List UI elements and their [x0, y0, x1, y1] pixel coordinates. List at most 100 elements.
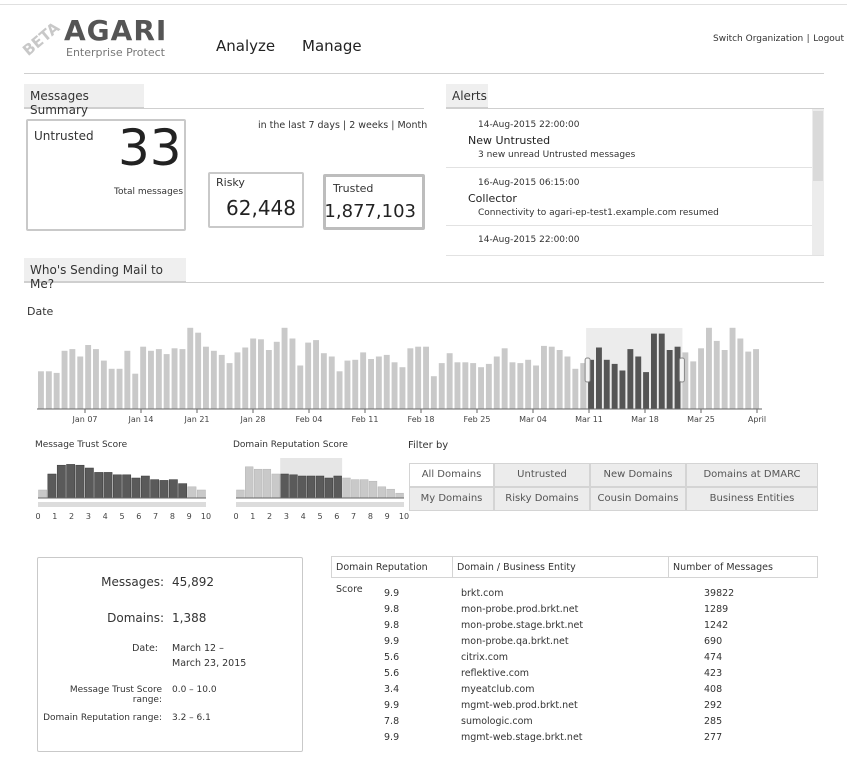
- date-bar: [517, 363, 524, 409]
- filter-business-entities[interactable]: Business Entities: [686, 487, 818, 511]
- score-bar: [75, 464, 85, 499]
- date-bar: [556, 350, 563, 409]
- table-row[interactable]: 9.8 mon-probe.prod.brkt.net 1289: [331, 602, 818, 618]
- score-range-slider[interactable]: [38, 502, 206, 507]
- trusted-card[interactable]: Trusted 1,877,103: [323, 174, 425, 230]
- score-tick-label: 6: [334, 512, 339, 521]
- date-bar: [721, 350, 728, 409]
- risky-card[interactable]: Risky 62,448: [208, 172, 304, 228]
- alert-item[interactable]: 14-Aug-2015 22:00:00 New Untrusted 3 new…: [446, 109, 824, 168]
- date-bar: [336, 371, 343, 409]
- table-row[interactable]: 7.8 sumologic.com 285: [331, 714, 818, 730]
- date-bar: [438, 363, 445, 409]
- table-row[interactable]: 3.4 myeatclub.com 408: [331, 682, 818, 698]
- filter-untrusted-domains[interactable]: Untrusted Domains: [494, 463, 590, 502]
- score-bar: [103, 472, 113, 499]
- score-bar: [324, 477, 333, 499]
- cell-messages: 277: [704, 732, 723, 743]
- alert-date: 14-Aug-2015 22:00:00: [478, 235, 580, 245]
- table-row[interactable]: 5.6 citrix.com 474: [331, 650, 818, 666]
- date-bar: [627, 349, 634, 409]
- alerts-label: Alerts: [452, 89, 487, 103]
- score-bar: [47, 473, 57, 499]
- cell-messages: 1289: [704, 604, 729, 615]
- score-tick-label: 10: [201, 512, 211, 521]
- score-bar: [56, 464, 66, 499]
- date-bar: [446, 353, 453, 409]
- alerts-scrollbar[interactable]: [812, 109, 824, 255]
- domain-range-label: Domain Reputation range:: [43, 713, 162, 723]
- date-chart[interactable]: Jan 07 Jan 14 Jan 21 Jan 28 Feb 04 Feb 11 Feb …: [0, 320, 847, 428]
- nav-analyze[interactable]: Analyze: [216, 37, 275, 55]
- table-row[interactable]: 9.8 mon-probe.stage.brkt.net 1242: [331, 618, 818, 634]
- logout-link[interactable]: Logout: [813, 34, 844, 44]
- domain-range-value: 3.2 – 6.1: [172, 713, 211, 723]
- date-bar: [195, 332, 202, 409]
- score-bar: [289, 474, 298, 499]
- cell-score: 9.8: [384, 604, 400, 615]
- score-range-slider[interactable]: [236, 502, 404, 507]
- filter-new-domains[interactable]: New Domains: [590, 463, 686, 487]
- nav-manage[interactable]: Manage: [302, 37, 362, 55]
- filter-my-domains[interactable]: My Domains: [409, 487, 494, 511]
- untrusted-card[interactable]: Untrusted 33 Total messages: [26, 119, 186, 231]
- cell-messages: 423: [704, 668, 723, 679]
- date-bar: [368, 359, 374, 409]
- date-bar: [658, 333, 665, 409]
- date-bar: [462, 362, 469, 409]
- trusted-label: Trusted: [333, 182, 374, 195]
- column-header-score[interactable]: Domain Reputation Score: [331, 556, 453, 595]
- range-2-weeks[interactable]: 2 weeks: [349, 120, 388, 131]
- score-tick-label: 9: [385, 512, 390, 521]
- date-tick-label: Mar 04: [519, 415, 547, 424]
- table-row[interactable]: 9.9 brkt.com 39822: [331, 586, 818, 602]
- alert-item[interactable]: 16-Aug-2015 06:15:00 Collector Connectiv…: [446, 167, 824, 226]
- score-tick-label: 8: [368, 512, 373, 521]
- table-row[interactable]: 5.6 reflektive.com 423: [331, 666, 818, 682]
- range-month[interactable]: Month: [397, 120, 427, 131]
- table-row[interactable]: 9.9 mgmt-web.prod.brkt.net 292: [331, 698, 818, 714]
- logo: BETA AGARI Enterprise Protect: [19, 14, 174, 66]
- alerts-scrollbar-thumb[interactable]: [813, 111, 823, 181]
- column-header-messages[interactable]: Number of Messages: [668, 556, 818, 578]
- untrusted-label: Untrusted: [34, 129, 94, 143]
- score-tick-label: 9: [187, 512, 192, 521]
- score-bar: [298, 475, 307, 499]
- range-7-days[interactable]: in the last 7 days: [258, 120, 340, 131]
- switch-organization-link[interactable]: Switch Organization: [713, 34, 803, 44]
- score-bar: [131, 477, 141, 499]
- date-bar: [77, 356, 84, 409]
- cell-domain: brkt.com: [461, 588, 504, 599]
- top-border: [0, 4, 847, 5]
- filter-dmarc-reject[interactable]: Domains at DMARC Reject: [686, 463, 818, 502]
- date-tick-label: Jan 14: [127, 415, 153, 424]
- domain-reputation-chart[interactable]: 0 1 2 3 4 5 6 7 8 9 10: [228, 450, 423, 526]
- cell-domain: mon-probe.prod.brkt.net: [461, 604, 579, 615]
- date-bar: [572, 368, 579, 409]
- who-sending-title: Who's Sending Mail to Me?: [24, 258, 186, 291]
- date-bar: [250, 338, 257, 409]
- messages-stat-label: Messages:: [101, 575, 164, 589]
- date-range-handle[interactable]: [678, 357, 685, 383]
- date-bar: [85, 345, 92, 409]
- alert-item[interactable]: 14-Aug-2015 22:00:00: [446, 225, 824, 255]
- score-tick-label: 7: [351, 512, 356, 521]
- cell-score: 9.9: [384, 732, 400, 743]
- cell-score: 9.8: [384, 620, 400, 631]
- date-bar: [485, 363, 492, 409]
- table-row[interactable]: 9.9 mgmt-web.stage.brkt.net 277: [331, 730, 818, 746]
- score-bar: [315, 475, 325, 499]
- filter-all-domains[interactable]: All Domains: [409, 463, 494, 487]
- date-range-handle[interactable]: [584, 357, 591, 383]
- filter-risky-domains[interactable]: Risky Domains: [494, 487, 590, 511]
- table-row[interactable]: 9.9 mon-probe.qa.brkt.net 690: [331, 634, 818, 650]
- filter-cousin-domains[interactable]: Cousin Domains: [590, 487, 686, 511]
- date-bar: [171, 348, 178, 409]
- column-header-domain[interactable]: Domain / Business Entity: [452, 556, 669, 578]
- score-bar: [168, 479, 178, 499]
- trust-score-chart[interactable]: 0 1 2 3 4 5 6 7 8 9 10: [30, 450, 225, 526]
- cell-score: 9.9: [384, 636, 400, 647]
- date-bar: [297, 365, 304, 409]
- untrusted-count: 33: [118, 119, 182, 177]
- date-bar: [203, 346, 209, 409]
